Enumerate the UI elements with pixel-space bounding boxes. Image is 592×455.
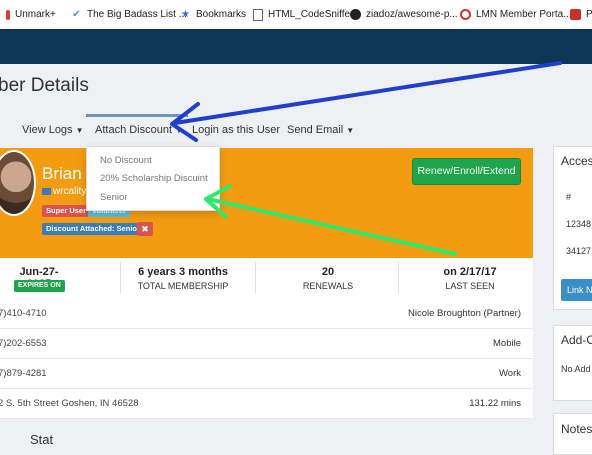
contact-label: Mobile [493, 338, 521, 349]
tab-label: Login as this User [192, 124, 281, 136]
contact-label: Work [499, 368, 521, 379]
bookmark-label: Pl [586, 9, 592, 20]
envelope-icon [42, 187, 51, 195]
tab-login-as-user[interactable]: Login as this User [192, 124, 280, 136]
top-navbar [0, 29, 592, 64]
table-header-hash: # [566, 192, 572, 202]
member-email[interactable]: wrcality [42, 186, 86, 197]
stats-bar [0, 258, 533, 299]
last-seen-date: on 2/17/17 [443, 266, 497, 278]
tab-label: Attach Discount [95, 124, 173, 136]
bookmark-unmark[interactable]: Unmark+ [6, 0, 56, 29]
addons-panel-title: Add-O [561, 333, 592, 347]
bookmark-label: ziadoz/awesome-p... [366, 9, 458, 20]
bookmark-pl[interactable]: Pl [570, 0, 592, 29]
expires-on-badge: EXPIRES ON [14, 280, 65, 292]
bookmark-label: LMN Member Porta... [476, 9, 572, 20]
tab-attach-discount[interactable]: Attach Discount ▼ [95, 124, 183, 136]
bookmark-label: Bookmarks [196, 9, 247, 20]
table-cell-id: 34127 [566, 246, 592, 256]
renewals-count: 20 [321, 266, 335, 278]
list-item: 7)879-4281 Work [0, 358, 533, 389]
email-text: wrcality [53, 186, 87, 197]
remove-discount-button[interactable]: ✖ [137, 222, 153, 236]
membership-label: TOTAL MEMBERSHIP [137, 281, 229, 291]
stat-divider [120, 262, 121, 294]
tab-view-logs[interactable]: View Logs ▼ [22, 124, 83, 136]
list-item: 2 S. 5th Street Goshen, IN 46528 131.22 … [0, 388, 533, 419]
attach-discount-dropdown: No Discount 20% Scholarship Discuint Sen… [86, 146, 220, 211]
renew-enroll-extend-button[interactable]: Renew/Enroll/Extend [412, 158, 521, 185]
bookmark-label: HTML_CodeSniffer [268, 9, 354, 20]
unmark-icon [6, 9, 10, 20]
bookmarks-bar: Unmark+ ✔ The Big Badass List ... ★ Book… [0, 0, 592, 30]
bookmark-html-codesniffer[interactable]: HTML_CodeSniffer [253, 0, 353, 29]
section-heading: Stat [30, 432, 54, 447]
star-icon: ★ [181, 9, 190, 20]
github-icon [350, 9, 361, 20]
membership-duration: 6 years 3 months [138, 266, 228, 278]
bookmark-label: Unmark+ [15, 9, 56, 20]
access-panel-title: Access [561, 154, 592, 168]
list-item: 7)202-6553 Mobile [0, 328, 533, 359]
check-circle-icon: ✔ [72, 9, 81, 20]
dropdown-item-senior[interactable]: Senior [100, 192, 127, 203]
bookmark-bookmarks[interactable]: ★ Bookmarks [180, 0, 246, 29]
dropdown-item-scholarship[interactable]: 20% Scholarship Discuint [100, 173, 208, 184]
dropdown-item-no-discount[interactable]: No Discount [100, 155, 152, 166]
lmn-icon [460, 9, 471, 20]
phone-number: 7)879-4281 [0, 368, 47, 379]
tab-send-email[interactable]: Send Email ▼ [287, 124, 354, 136]
stat-divider [255, 262, 256, 294]
discount-badge: Discount Attached: Senior [42, 223, 144, 235]
caret-down-icon: ▼ [75, 125, 84, 135]
caret-down-icon: ▼ [346, 125, 355, 135]
active-tab-indicator [86, 114, 188, 117]
tab-label: View Logs [22, 124, 73, 136]
link-new-button[interactable]: Link New [561, 279, 592, 301]
address: 2 S. 5th Street Goshen, IN 46528 [0, 398, 139, 409]
super-user-badge: Super User [42, 205, 91, 217]
renewals-label: RENEWALS [302, 281, 354, 291]
bookmark-badass-list[interactable]: ✔ The Big Badass List ... [71, 0, 187, 29]
bookmark-label: The Big Badass List ... [87, 9, 188, 20]
addons-empty-text: No Add [561, 364, 591, 374]
table-cell-id: 12348 [566, 219, 592, 229]
list-item: 7)410-4710 Nicole Broughton (Partner) [0, 298, 533, 329]
contact-label: Nicole Broughton (Partner) [408, 308, 521, 319]
bookmark-lmn-portal[interactable]: LMN Member Porta... [460, 0, 572, 29]
member-name: Brian [42, 164, 82, 183]
page-title: ber Details [0, 75, 89, 96]
pl-icon [570, 9, 581, 20]
tab-label: Send Email [287, 124, 344, 136]
phone-number: 7)410-4710 [0, 308, 47, 319]
duration-value: 131.22 mins [469, 398, 521, 409]
phone-number: 7)202-6553 [0, 338, 47, 349]
notes-panel-title: Notes [561, 422, 592, 436]
caret-down-icon: ▼ [175, 125, 183, 135]
stat-divider [398, 262, 399, 294]
document-icon [253, 8, 263, 21]
bookmark-awesome[interactable]: ziadoz/awesome-p... [350, 0, 458, 29]
last-seen-label: LAST SEEN [445, 281, 495, 291]
